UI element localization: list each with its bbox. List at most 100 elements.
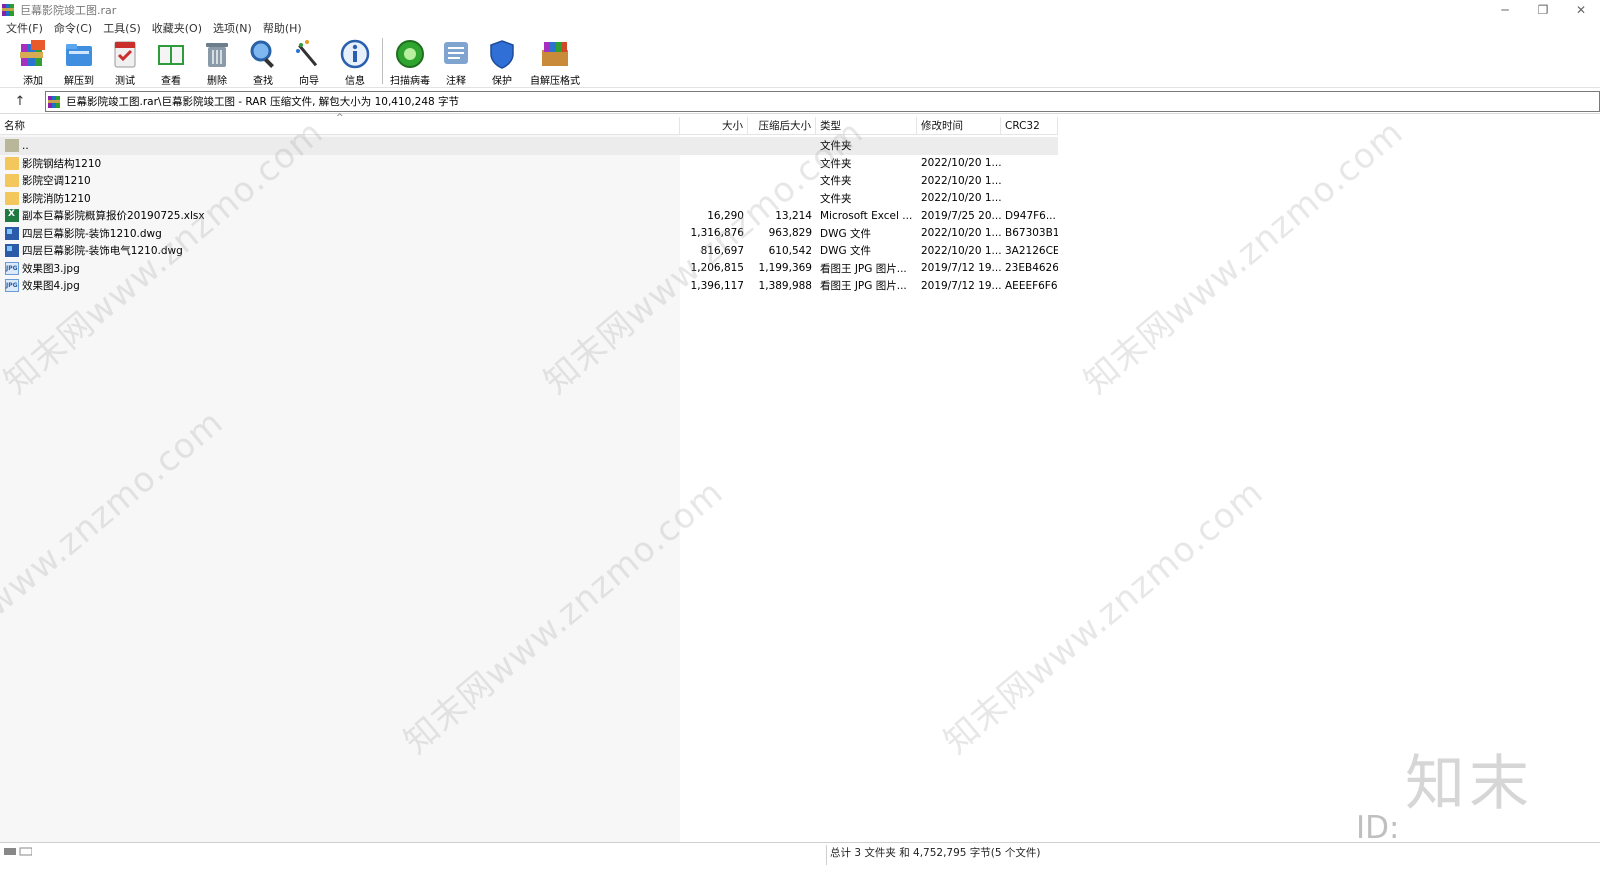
- file-size: 1,396,117: [690, 279, 744, 292]
- close-button[interactable]: ✕: [1562, 0, 1600, 20]
- protect-button[interactable]: 保护: [479, 36, 525, 87]
- column-header-packed[interactable]: 压缩后大小: [748, 117, 816, 135]
- extract-to-button[interactable]: 解压到: [56, 36, 102, 87]
- file-size: 1,316,876: [690, 227, 744, 240]
- virus-scan-label: 扫描病毒: [390, 76, 430, 87]
- dwg-file-icon: [5, 226, 19, 240]
- table-row[interactable]: 效果图4.jpg 1,396,117 1,389,988 看图王 JPG 图片.…: [0, 277, 1058, 295]
- excel-file-icon: [5, 209, 19, 223]
- wizard-icon: [293, 38, 325, 70]
- file-list: 名称 大小 压缩后大小 类型 修改时间 CRC32 ^ .. 文件夹 影院钢结构…: [0, 113, 1600, 857]
- find-button[interactable]: 查找: [240, 36, 286, 87]
- delete-label: 删除: [207, 76, 227, 87]
- status-divider: [826, 845, 827, 865]
- menu-favorites[interactable]: 收藏夹(O): [152, 20, 202, 36]
- jpg-file-icon: [5, 279, 19, 293]
- menu-commands[interactable]: 命令(C): [54, 20, 92, 36]
- up-one-level-button[interactable]: ↑: [0, 91, 40, 113]
- virus-scan-button[interactable]: 扫描病毒: [387, 36, 433, 87]
- file-modified: 2022/10/20 1...: [921, 244, 1001, 257]
- file-modified: 2022/10/20 1...: [921, 174, 1001, 187]
- file-name: 效果图4.jpg: [22, 280, 80, 293]
- address-bar: ↑ 巨幕影院竣工图.rar\巨幕影院竣工图 - RAR 压缩文件, 解包大小为 …: [0, 90, 1600, 114]
- comment-button[interactable]: 注释: [433, 36, 479, 87]
- rar-archive-icon: [48, 95, 62, 109]
- info-icon: [339, 38, 371, 70]
- add-button[interactable]: 添加: [10, 36, 56, 87]
- column-header-type[interactable]: 类型: [816, 117, 917, 135]
- file-type: 文件夹: [820, 140, 852, 153]
- file-size: 16,290: [707, 209, 744, 222]
- status-bar: 总计 3 文件夹 和 4,752,795 字节(5 个文件): [0, 842, 1600, 870]
- menu-tools[interactable]: 工具(S): [103, 20, 141, 36]
- extract-to-label: 解压到: [64, 76, 94, 87]
- file-packed-size: 1,389,988: [758, 279, 812, 292]
- test-button[interactable]: 测试: [102, 36, 148, 87]
- file-crc: AEEEF6F6: [1005, 279, 1058, 292]
- table-row[interactable]: 四层巨幕影院-装饰1210.dwg 1,316,876 963,829 DWG …: [0, 225, 1058, 243]
- file-packed-size: 1,199,369: [758, 262, 812, 275]
- sfx-button[interactable]: 自解压格式: [525, 36, 585, 87]
- file-modified: 2019/7/12 19...: [921, 262, 1001, 275]
- view-icon: [155, 38, 187, 70]
- test-icon: [109, 38, 141, 70]
- folder-icon: [5, 174, 19, 188]
- file-type: 文件夹: [820, 192, 852, 205]
- sort-ascending-icon: ^: [336, 113, 344, 123]
- file-packed-size: 13,214: [775, 209, 812, 222]
- delete-button[interactable]: 删除: [194, 36, 240, 87]
- info-label: 信息: [345, 76, 365, 87]
- info-button[interactable]: 信息: [332, 36, 378, 87]
- protect-icon: [486, 38, 518, 70]
- file-crc: D947F6...: [1005, 209, 1056, 222]
- watermark-logo: 知末: [1405, 749, 1533, 819]
- file-name: 四层巨幕影院-装饰1210.dwg: [22, 227, 162, 240]
- view-button[interactable]: 查看: [148, 36, 194, 87]
- file-modified: 2019/7/12 19...: [921, 279, 1001, 292]
- file-packed-size: 963,829: [768, 227, 812, 240]
- file-size: 1,206,815: [690, 262, 744, 275]
- file-packed-size: 610,542: [768, 244, 812, 257]
- file-crc: 23EB4626: [1005, 262, 1058, 275]
- view-label: 查看: [161, 76, 181, 87]
- file-type: DWG 文件: [820, 227, 871, 240]
- wizard-label: 向导: [299, 76, 319, 87]
- file-type: 文件夹: [820, 175, 852, 188]
- toolbar-separator: [382, 38, 383, 84]
- extract-to-icon: [63, 38, 95, 70]
- file-type: 文件夹: [820, 157, 852, 170]
- file-name: 效果图3.jpg: [22, 262, 80, 275]
- menu-file[interactable]: 文件(F): [6, 20, 43, 36]
- comment-label: 注释: [446, 76, 466, 87]
- dwg-file-icon: [5, 244, 19, 258]
- address-path: 巨幕影院竣工图.rar\巨幕影院竣工图 - RAR 压缩文件, 解包大小为 10…: [66, 96, 460, 108]
- file-crc: B67303B1: [1005, 227, 1058, 240]
- address-field[interactable]: 巨幕影院竣工图.rar\巨幕影院竣工图 - RAR 压缩文件, 解包大小为 10…: [45, 91, 1600, 112]
- drive-icon: [4, 847, 33, 857]
- sfx-icon: [539, 38, 571, 70]
- file-name: 影院消防1210: [22, 192, 91, 205]
- column-header-crc32[interactable]: CRC32: [1001, 117, 1058, 135]
- file-name: ..: [22, 139, 29, 152]
- toolbar: 添加 解压到 测试 查看 删除 查找 向导 信息 扫描病毒 注释 保护 自解压格…: [0, 36, 1600, 88]
- column-header-modified[interactable]: 修改时间: [917, 117, 1001, 135]
- file-type: Microsoft Excel ...: [820, 209, 913, 222]
- table-row[interactable]: 效果图3.jpg 1,206,815 1,199,369 看图王 JPG 图片.…: [0, 260, 1058, 278]
- table-row-updir[interactable]: .. 文件夹: [0, 137, 1058, 155]
- sfx-label: 自解压格式: [530, 76, 580, 87]
- restore-button[interactable]: ❐: [1524, 0, 1562, 20]
- table-row[interactable]: 影院空调1210 文件夹 2022/10/20 1...: [0, 172, 1058, 190]
- wizard-button[interactable]: 向导: [286, 36, 332, 87]
- column-header-size[interactable]: 大小: [680, 117, 748, 135]
- file-name: 副本巨幕影院概算报价20190725.xlsx: [22, 210, 205, 223]
- menu-bar: 文件(F) 命令(C) 工具(S) 收藏夹(O) 选项(N) 帮助(H): [0, 19, 1600, 36]
- table-row[interactable]: 影院钢结构1210 文件夹 2022/10/20 1...: [0, 155, 1058, 173]
- delete-icon: [201, 38, 233, 70]
- table-row[interactable]: 副本巨幕影院概算报价20190725.xlsx 16,290 13,214 Mi…: [0, 207, 1058, 225]
- table-row[interactable]: 四层巨幕影院-装饰电气1210.dwg 816,697 610,542 DWG …: [0, 242, 1058, 260]
- menu-help[interactable]: 帮助(H): [263, 20, 302, 36]
- file-modified: 2019/7/25 20...: [921, 209, 1001, 222]
- table-row[interactable]: 影院消防1210 文件夹 2022/10/20 1...: [0, 190, 1058, 208]
- minimize-button[interactable]: ─: [1486, 0, 1524, 20]
- menu-options[interactable]: 选项(N): [213, 20, 252, 36]
